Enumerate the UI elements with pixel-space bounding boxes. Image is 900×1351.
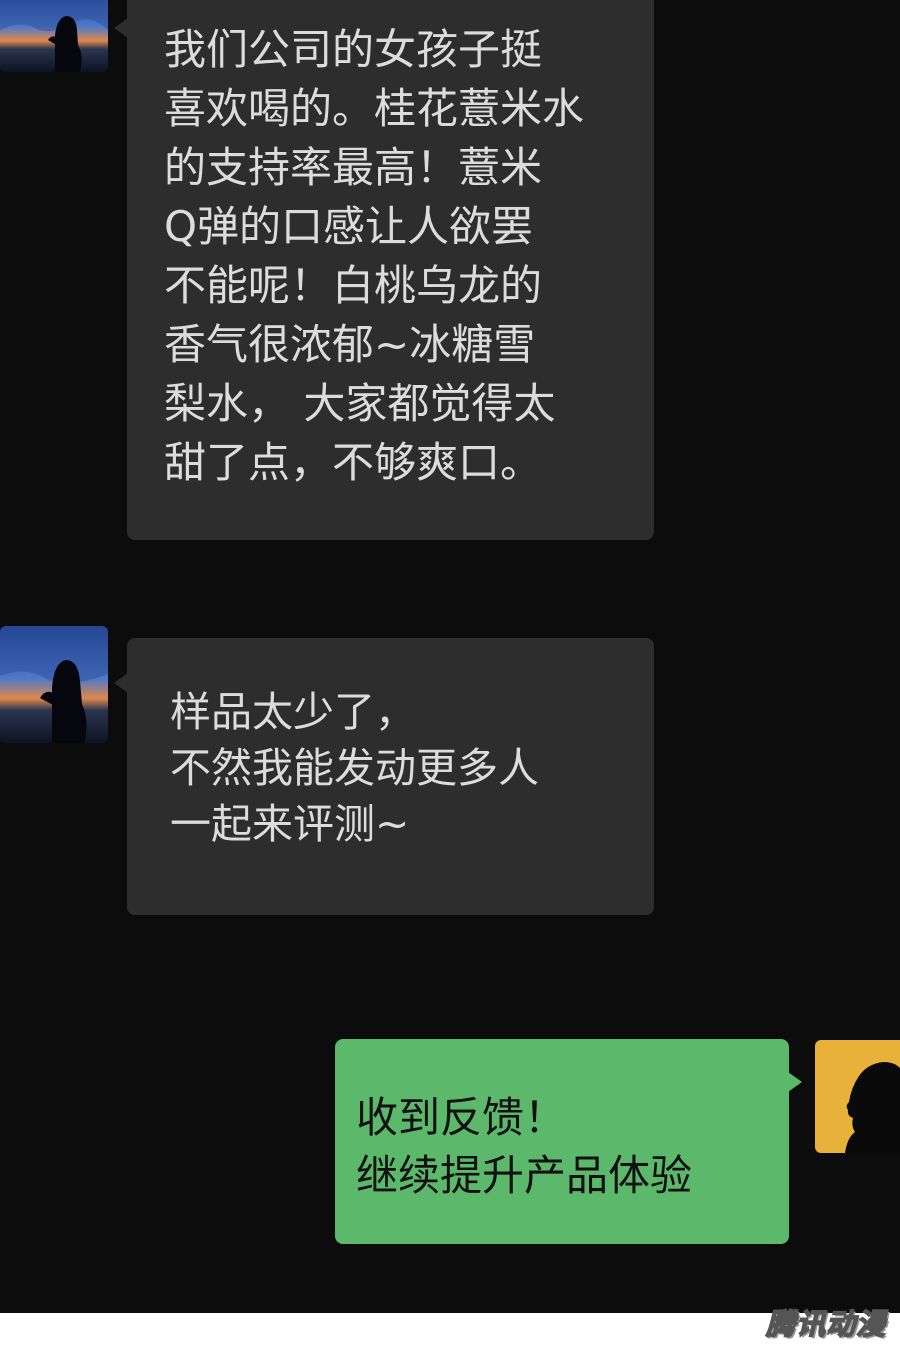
contact-avatar[interactable] [0,626,108,743]
sunset-silhouette-avatar-icon [0,0,108,72]
message-text: 我们公司的女孩子挺 喜欢喝的。桂花薏米水 的支持率最高！薏米 Q弹的口感让人欲罢… [164,25,585,487]
watermark-logo: 腾讯动漫 [765,1306,886,1342]
message-bubble[interactable]: 收到反馈！ 继续提升产品体验 [335,1039,802,1244]
self-avatar[interactable] [815,1040,900,1153]
contact-avatar[interactable] [0,0,108,72]
sunset-silhouette-avatar-icon [0,626,108,743]
message-bubble[interactable]: 样品太少了， 不然我能发动更多人 一起来评测~ [114,638,654,915]
message-text: 样品太少了， 不然我能发动更多人 一起来评测~ [170,688,539,848]
message-text: 收到反馈！ 继续提升产品体验 [356,1093,693,1200]
man-silhouette-avatar-icon [815,1040,900,1153]
chat-area: 我们公司的女孩子挺 喜欢喝的。桂花薏米水 的支持率最高！薏米 Q弹的口感让人欲罢… [0,0,900,1313]
message-bubble[interactable]: 我们公司的女孩子挺 喜欢喝的。桂花薏米水 的支持率最高！薏米 Q弹的口感让人欲罢… [114,0,654,540]
